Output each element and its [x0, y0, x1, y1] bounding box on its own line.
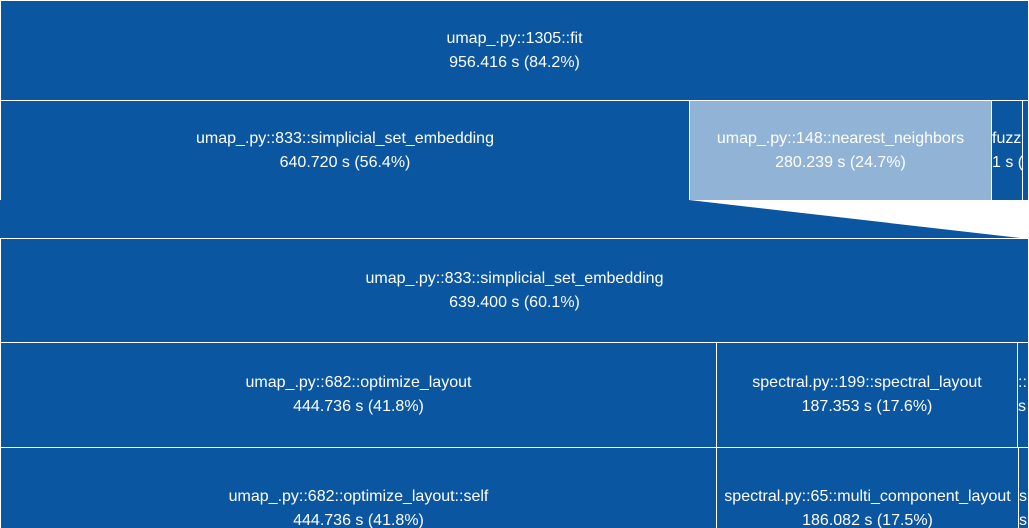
frame-value: 444.736 s (41.8%) — [293, 398, 424, 415]
frame-value: 639.400 s (60.1%) — [449, 293, 580, 311]
frame-optimize-layout-self[interactable]: umap_.py::682::optimize_layout::self 444… — [0, 447, 717, 528]
zoom-connector-band — [0, 200, 1029, 239]
frame-small-1[interactable]: :: s — [1017, 342, 1029, 448]
frame-fit[interactable]: umap_.py::1305::fit 956.416 s (84.2%) — [0, 0, 1029, 101]
frame-value: 1 s ( — [992, 153, 1023, 171]
frame-label: umap_.py::682::optimize_layout — [245, 374, 472, 391]
frame-spectral-layout[interactable]: spectral.py::199::spectral_layout 187.35… — [716, 342, 1018, 448]
frame-value: 280.239 s (24.7%) — [775, 153, 906, 171]
frame-label: umap_.py::148::nearest_neighbors — [716, 129, 965, 147]
frame-label: :: — [1018, 374, 1027, 391]
flame-graph-canvas: umap_.py::1305::fit 956.416 s (84.2%) um… — [0, 0, 1029, 528]
frame-value: s — [1019, 512, 1027, 528]
frame-label: umap_.py::833::simplicial_set_embedding — [196, 129, 494, 147]
frame-value: 444.736 s (41.8%) — [293, 512, 424, 528]
frame-multi-component-layout[interactable]: spectral.py::65::multi_component_layout … — [716, 447, 1019, 528]
frame-label: umap_.py::1305::fit — [446, 29, 583, 47]
frame-value: s — [1018, 398, 1026, 415]
frame-simplicial-set-embedding[interactable]: umap_.py::833::simplicial_set_embedding … — [0, 100, 690, 201]
frame-zoom-simplicial-set-embedding[interactable]: umap_.py::833::simplicial_set_embedding … — [0, 238, 1029, 343]
frame-small-2[interactable]: s s — [1018, 447, 1029, 528]
frame-tiny-1[interactable] — [1022, 100, 1029, 201]
frame-label: fuzz — [992, 129, 1022, 147]
frame-value: 186.082 s (17.5%) — [802, 512, 933, 528]
frame-label: s — [1019, 488, 1027, 505]
frame-value: 640.720 s (56.4%) — [279, 153, 411, 171]
frame-label: umap_.py::682::optimize_layout::self — [228, 488, 489, 505]
frame-label: spectral.py::199::spectral_layout — [752, 374, 982, 391]
frame-label: spectral.py::65::multi_component_layout — [724, 488, 1011, 505]
frame-value: 956.416 s (84.2%) — [449, 53, 580, 71]
frame-fuzzy-simplicial-set[interactable]: fuzz 1 s ( — [991, 100, 1023, 201]
frame-value: 187.353 s (17.6%) — [801, 398, 933, 415]
frame-label: umap_.py::833::simplicial_set_embedding — [365, 269, 664, 287]
frame-optimize-layout[interactable]: umap_.py::682::optimize_layout 444.736 s… — [0, 342, 717, 448]
frame-nearest-neighbors-selected[interactable]: umap_.py::148::nearest_neighbors 280.239… — [689, 100, 992, 201]
